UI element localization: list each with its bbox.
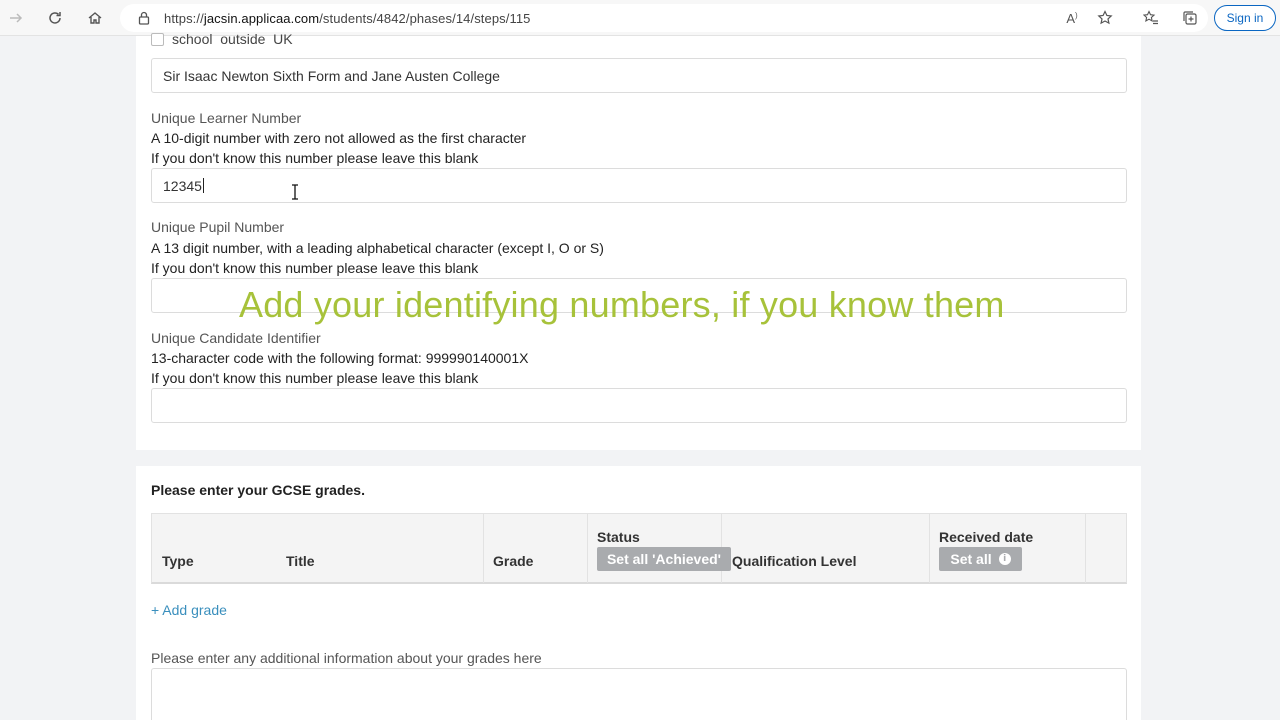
uln-help-format: A 10-digit number with zero not allowed … [151, 130, 527, 146]
uci-label: Unique Candidate Identifier [151, 330, 321, 346]
set-all-dates-button[interactable]: Set all i [939, 547, 1022, 571]
grades-table-header: Type Title Grade Status Set all 'Achieve… [151, 513, 1127, 584]
col-header-title: Title [286, 553, 315, 569]
col-header-received-date: Received date [939, 529, 1034, 545]
column-divider [929, 514, 930, 583]
school-name-value: Sir Isaac Newton Sixth Form and Jane Aus… [163, 67, 500, 84]
forward-icon[interactable] [4, 6, 28, 30]
col-header-type: Type [162, 553, 194, 569]
school-outside-uk-checkbox[interactable] [151, 32, 164, 46]
text-cursor-icon [292, 184, 298, 200]
favorites-icon[interactable] [1141, 8, 1161, 28]
video-caption-overlay: Add your identifying numbers, if you kno… [239, 284, 1005, 325]
additional-info-label: Please enter any additional information … [151, 650, 542, 666]
info-icon: i [998, 553, 1011, 565]
column-divider [587, 514, 588, 583]
collections-icon[interactable] [1180, 8, 1200, 28]
additional-info-textarea[interactable] [151, 668, 1127, 720]
school-outside-uk-row[interactable]: school_outside_UK [151, 32, 293, 46]
read-aloud-icon[interactable]: A) [1062, 8, 1082, 28]
add-favorite-icon[interactable] [1095, 8, 1115, 28]
uci-help-blank: If you don't know this number please lea… [151, 370, 479, 386]
uci-help-format: 13-character code with the following for… [151, 350, 529, 366]
refresh-icon[interactable] [43, 6, 67, 30]
school-name-input[interactable]: Sir Isaac Newton Sixth Form and Jane Aus… [151, 58, 1127, 93]
gcse-section-title: Please enter your GCSE grades. [151, 482, 365, 498]
col-header-status: Status [597, 529, 640, 545]
uln-value: 12345 [163, 177, 202, 194]
address-bar[interactable]: https://jacsin.applicaa.com/students/484… [120, 4, 1208, 32]
set-all-achieved-button[interactable]: Set all 'Achieved' [597, 547, 731, 571]
add-grade-link[interactable]: + Add grade [151, 602, 227, 618]
col-header-qualification-level: Qualification Level [732, 553, 857, 569]
upn-help-format: A 13 digit number, with a leading alphab… [151, 240, 604, 256]
upn-help-blank: If you don't know this number please lea… [151, 260, 479, 276]
column-divider [1085, 514, 1086, 583]
col-header-grade: Grade [493, 553, 534, 569]
uln-label: Unique Learner Number [151, 110, 302, 126]
browser-toolbar: https://jacsin.applicaa.com/students/484… [0, 0, 1280, 36]
url-text: https://jacsin.applicaa.com/students/484… [164, 11, 531, 26]
school-outside-uk-label: school_outside_UK [172, 32, 293, 46]
set-all-label: Set all [950, 551, 992, 567]
sign-in-button[interactable]: Sign in [1214, 5, 1276, 31]
column-divider [483, 514, 484, 583]
text-caret [202, 178, 204, 193]
uci-input[interactable] [151, 388, 1127, 423]
upn-label: Unique Pupil Number [151, 219, 285, 235]
lock-icon [136, 10, 152, 26]
home-icon[interactable] [83, 6, 107, 30]
uln-help-blank: If you don't know this number please lea… [151, 150, 479, 166]
